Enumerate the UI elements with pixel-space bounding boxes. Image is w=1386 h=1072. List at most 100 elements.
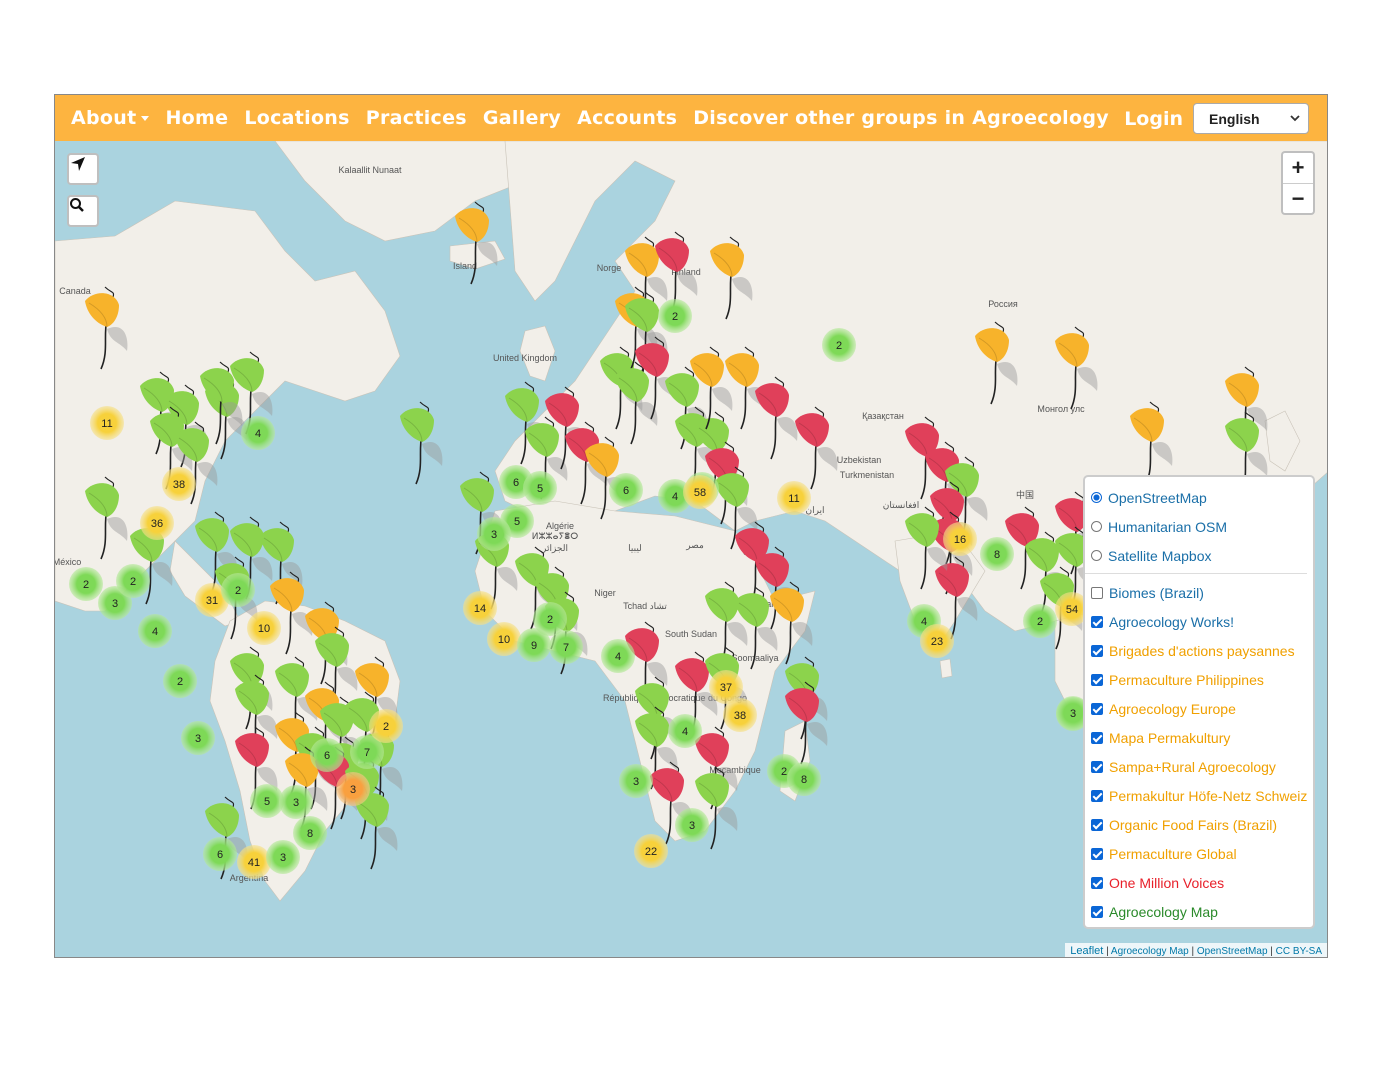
zoom-in-button[interactable]: + [1283, 153, 1313, 184]
checkbox[interactable] [1091, 731, 1103, 744]
marker-cluster[interactable]: 36 [140, 506, 174, 540]
attribution-osm-link[interactable]: OpenStreetMap [1197, 946, 1268, 957]
nav-practices[interactable]: Practices [366, 107, 467, 129]
zoom-out-button[interactable]: − [1283, 184, 1313, 214]
checkbox[interactable] [1091, 905, 1103, 918]
marker-cluster[interactable]: 41 [237, 845, 271, 879]
marker-cluster[interactable]: 6 [310, 738, 344, 772]
overlay-layer-option[interactable]: Permaculture Global [1091, 839, 1313, 868]
base-layer-option[interactable]: Satellite Mapbox [1091, 541, 1313, 570]
marker-cluster[interactable]: 23 [920, 624, 954, 658]
marker-cluster[interactable]: 7 [549, 630, 583, 664]
marker-cluster[interactable]: 3 [266, 840, 300, 874]
checkbox[interactable] [1091, 789, 1103, 802]
checkbox[interactable] [1091, 876, 1103, 889]
leaf-marker-icon[interactable] [400, 401, 443, 485]
checkbox[interactable] [1091, 586, 1103, 599]
marker-cluster[interactable]: 5 [523, 471, 557, 505]
marker-cluster[interactable]: 8 [293, 816, 327, 850]
marker-cluster[interactable]: 3 [619, 764, 653, 798]
marker-cluster[interactable]: 10 [247, 611, 281, 645]
base-layer-option[interactable]: OpenStreetMap [1091, 483, 1313, 512]
marker-cluster[interactable]: 2 [69, 567, 103, 601]
marker-cluster[interactable]: 22 [634, 834, 668, 868]
nav-discover[interactable]: Discover other groups in Agroecology [693, 107, 1109, 129]
attribution-license-link[interactable]: CC BY-SA [1276, 946, 1322, 957]
nav-about-dropdown[interactable]: About [71, 107, 150, 129]
nav-accounts[interactable]: Accounts [577, 107, 677, 129]
checkbox[interactable] [1091, 702, 1103, 715]
checkbox[interactable] [1091, 847, 1103, 860]
radio-button[interactable] [1091, 550, 1102, 561]
marker-cluster[interactable]: 6 [609, 473, 643, 507]
login-link[interactable]: Login [1124, 108, 1183, 130]
cluster-count: 5 [264, 796, 270, 808]
marker-cluster[interactable]: 14 [463, 591, 497, 625]
checkbox[interactable] [1091, 644, 1103, 657]
overlay-layer-option[interactable]: Organic Food Fairs (Brazil) [1091, 810, 1313, 839]
checkbox[interactable] [1091, 615, 1103, 628]
language-select[interactable]: English [1193, 103, 1309, 134]
greenland-shape [274, 141, 536, 242]
marker-cluster[interactable]: 11 [777, 481, 811, 515]
marker-cluster[interactable]: 2 [658, 299, 692, 333]
overlay-layer-option[interactable]: Brigades d'actions paysannes [1091, 636, 1313, 665]
marker-cluster[interactable]: 3 [279, 785, 313, 819]
marker-cluster[interactable]: 38 [723, 698, 757, 732]
base-layer-option[interactable]: Humanitarian OSM [1091, 512, 1313, 541]
marker-cluster[interactable]: 3 [336, 772, 370, 806]
map-canvas[interactable]: Kalaallit Nunaat Island Россия Қазақстан Uzb… [55, 141, 1327, 957]
overlay-layer-option[interactable]: Permaculture Philippines [1091, 665, 1313, 694]
cluster-count: 3 [112, 598, 118, 610]
search-button[interactable] [67, 195, 99, 227]
radio-button[interactable] [1091, 492, 1102, 503]
cluster-count: 2 [130, 576, 136, 588]
checkbox[interactable] [1091, 760, 1103, 773]
overlay-layer-option[interactable]: Permakultur Höfe-Netz Schweiz [1091, 781, 1313, 810]
marker-cluster[interactable]: 2 [221, 573, 255, 607]
marker-cluster[interactable]: 3 [675, 808, 709, 842]
marker-cluster[interactable]: 9 [517, 628, 551, 662]
overlay-layer-option[interactable]: Mapa Permakultury [1091, 723, 1313, 752]
marker-cluster[interactable]: 3 [181, 721, 215, 755]
layer-label: Agroecology Works! [1109, 613, 1235, 630]
overlay-layers: Biomes (Brazil) Agroecology Works! Brigade… [1091, 578, 1313, 926]
zoom-control: + − [1281, 151, 1315, 215]
marker-cluster[interactable]: 4 [601, 639, 635, 673]
marker-cluster[interactable]: 4 [138, 614, 172, 648]
overlay-layer-option[interactable]: Agroecology Works! [1091, 607, 1313, 636]
leaflet-link[interactable]: Leaflet [1070, 945, 1103, 957]
marker-cluster[interactable]: 8 [980, 537, 1014, 571]
marker-cluster[interactable]: 16 [943, 522, 977, 556]
overlay-layer-option[interactable]: Sampa+Rural Agroecology [1091, 752, 1313, 781]
radio-button[interactable] [1091, 521, 1102, 532]
overlay-layer-option[interactable]: Agroecology Map [1091, 897, 1313, 926]
marker-cluster[interactable]: 58 [683, 475, 717, 509]
marker-cluster[interactable]: 4 [668, 714, 702, 748]
marker-cluster[interactable]: 5 [250, 784, 284, 818]
overlay-layer-option[interactable]: One Million Voices [1091, 868, 1313, 897]
nav-home[interactable]: Home [165, 107, 228, 129]
attribution-agroecology-link[interactable]: Agroecology Map [1111, 946, 1189, 957]
marker-cluster[interactable]: 10 [487, 622, 521, 656]
checkbox[interactable] [1091, 673, 1103, 686]
marker-cluster[interactable]: 4 [241, 416, 275, 450]
marker-cluster[interactable]: 2 [116, 564, 150, 598]
marker-cluster[interactable]: 2 [1023, 604, 1057, 638]
marker-cluster[interactable]: 2 [369, 709, 403, 743]
overlay-layer-option[interactable]: Biomes (Brazil) [1091, 578, 1313, 607]
marker-cluster[interactable]: 8 [787, 762, 821, 796]
marker-cluster[interactable]: 3 [477, 517, 511, 551]
nav-gallery[interactable]: Gallery [483, 107, 561, 129]
overlay-layer-option[interactable]: Agroecology Europe [1091, 694, 1313, 723]
locate-button[interactable] [67, 153, 99, 185]
marker-cluster[interactable]: 6 [203, 837, 237, 871]
cluster-count: 10 [258, 623, 270, 635]
marker-cluster[interactable]: 2 [163, 664, 197, 698]
marker-cluster[interactable]: 2 [822, 328, 856, 362]
marker-cluster[interactable]: 11 [90, 406, 124, 440]
nav-locations[interactable]: Locations [244, 107, 349, 129]
checkbox[interactable] [1091, 818, 1103, 831]
marker-cluster[interactable]: 38 [162, 467, 196, 501]
top-navbar: About Home Locations Practices Gallery A… [55, 95, 1327, 141]
